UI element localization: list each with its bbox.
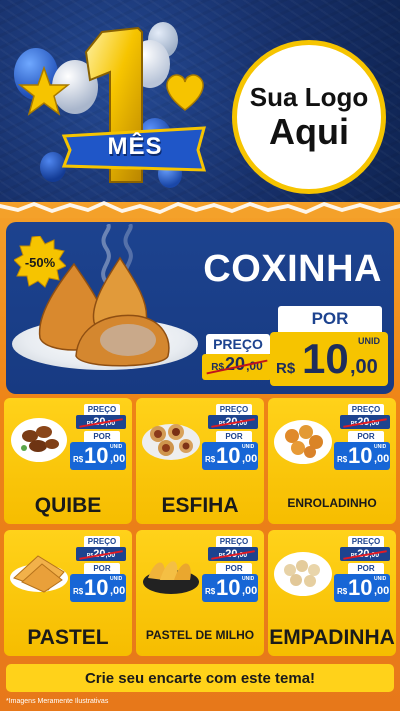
mini-new-price: R$ 10 UNID ,00 <box>70 574 126 602</box>
hero-price-cents: ,00 <box>350 356 378 378</box>
hero-price-whole: 10 <box>302 335 349 382</box>
logo-placeholder[interactable]: Sua Logo Aqui <box>232 40 386 194</box>
pastel-de-milho-icon <box>143 561 199 594</box>
product-name: PASTEL DE MILHO <box>145 628 255 642</box>
mini-preco-label: PREÇO <box>216 536 252 547</box>
product-card-quibe[interactable]: PREÇOR$20,00 PORR$10UNID,00 QUIBE <box>4 398 132 524</box>
mini-old-price: R$20,00 <box>208 415 258 429</box>
product-card-pastel-de-milho[interactable]: PREÇOR$20,00 PORR$10UNID,00 PASTEL DE MILH… <box>136 530 264 656</box>
disclaimer-note: *Imagens Meramente Ilustrativas <box>6 698 109 705</box>
quibe-icon <box>11 418 67 462</box>
esfiha-icon <box>142 424 200 460</box>
torn-paper-edge <box>0 201 400 218</box>
gold-star-icon <box>18 66 70 116</box>
hero-price-currency: R$ <box>276 360 296 377</box>
product-card-empadinha[interactable]: PREÇOR$20,00 PORR$10UNID,00 EMPADINHA <box>268 530 396 656</box>
enroladinho-icon <box>274 420 332 464</box>
mini-preco-label: PREÇO <box>348 404 384 415</box>
mini-price-block: PREÇOR$20,00 PORR$10UNID,00 <box>202 404 258 470</box>
mini-price-block: PREÇOR$20,00 PORR$10UNID,00 <box>202 536 258 602</box>
mini-new-price: R$ 10 UNID ,00 <box>334 442 390 470</box>
logo-line-1: Sua Logo <box>249 82 369 112</box>
mini-new-price: R$ 10 UNID ,00 <box>334 574 390 602</box>
cta-banner[interactable]: Crie seu encarte com este tema! <box>6 664 394 692</box>
pastel-icon <box>10 555 68 593</box>
hero-por-label: POR <box>278 306 382 332</box>
mini-price-block: PREÇOR$20,00 PORR$10UNID,00 <box>70 536 126 602</box>
mini-por-label: POR <box>216 431 252 442</box>
mini-por-label: POR <box>84 563 120 574</box>
hero-offer-card[interactable]: -50% COXINHA POR PREÇO R$ 20 ,00 R$ 10 ,… <box>6 222 394 394</box>
mini-old-price: R$20,00 <box>76 547 126 561</box>
mini-preco-label: PREÇO <box>348 536 384 547</box>
mini-price-block: PREÇOR$20,00 PORR$10UNID,00 <box>70 404 126 470</box>
mini-price-block: PREÇOR$20,00 PORR$10UNID,00 <box>334 536 390 602</box>
mini-preco-label: PREÇO <box>84 404 120 415</box>
product-name: ENROLADINHO <box>287 496 377 510</box>
mini-por-label: POR <box>348 563 384 574</box>
mini-por-label: POR <box>216 563 252 574</box>
mini-old-price: R$20,00 <box>76 415 126 429</box>
logo-line-2: Aqui <box>269 111 349 152</box>
mini-old-price: R$20,00 <box>340 415 390 429</box>
mini-new-price: R$ 10 UNID ,00 <box>202 574 258 602</box>
mini-preco-label: PREÇO <box>84 536 120 547</box>
hero-product-title: COXINHA <box>203 248 382 290</box>
mini-por-label: POR <box>84 431 120 442</box>
mini-old-price: R$20,00 <box>340 547 390 561</box>
mini-por-label: POR <box>348 431 384 442</box>
header-banner: 1 MÊS Sua Logo Aqui <box>0 0 400 215</box>
mini-old-price: R$20,00 <box>208 547 258 561</box>
coxinha-half-icon <box>75 314 170 367</box>
product-name: EMPADINHA <box>269 626 395 649</box>
product-card-pastel[interactable]: PREÇOR$20,00 PORR$10UNID,00 PASTEL <box>4 530 132 656</box>
discount-badge-label: -50% <box>24 254 56 270</box>
mini-new-price: R$ 10 UNID ,00 <box>70 442 126 470</box>
gold-heart-icon <box>166 74 204 111</box>
product-name: ESFIHA <box>161 494 239 517</box>
product-name: QUIBE <box>34 494 102 517</box>
mini-preco-label: PREÇO <box>216 404 252 415</box>
product-card-enroladinho[interactable]: PREÇOR$20,00 PORR$10UNID,00 ENROLADINHO <box>268 398 396 524</box>
product-name: PASTEL <box>27 626 109 649</box>
hero-price-unit: UNID <box>358 336 380 346</box>
campaign-word: MÊS <box>107 133 163 160</box>
hero-preco-label: PREÇO <box>206 334 270 354</box>
product-card-esfiha[interactable]: PREÇOR$20,00 PORR$10UNID,00 ESFIHA <box>136 398 264 524</box>
mini-new-price: R$ 10 UNID ,00 <box>202 442 258 470</box>
mini-price-block: PREÇOR$20,00 PORR$10UNID,00 <box>334 404 390 470</box>
empadinha-icon <box>274 552 332 596</box>
